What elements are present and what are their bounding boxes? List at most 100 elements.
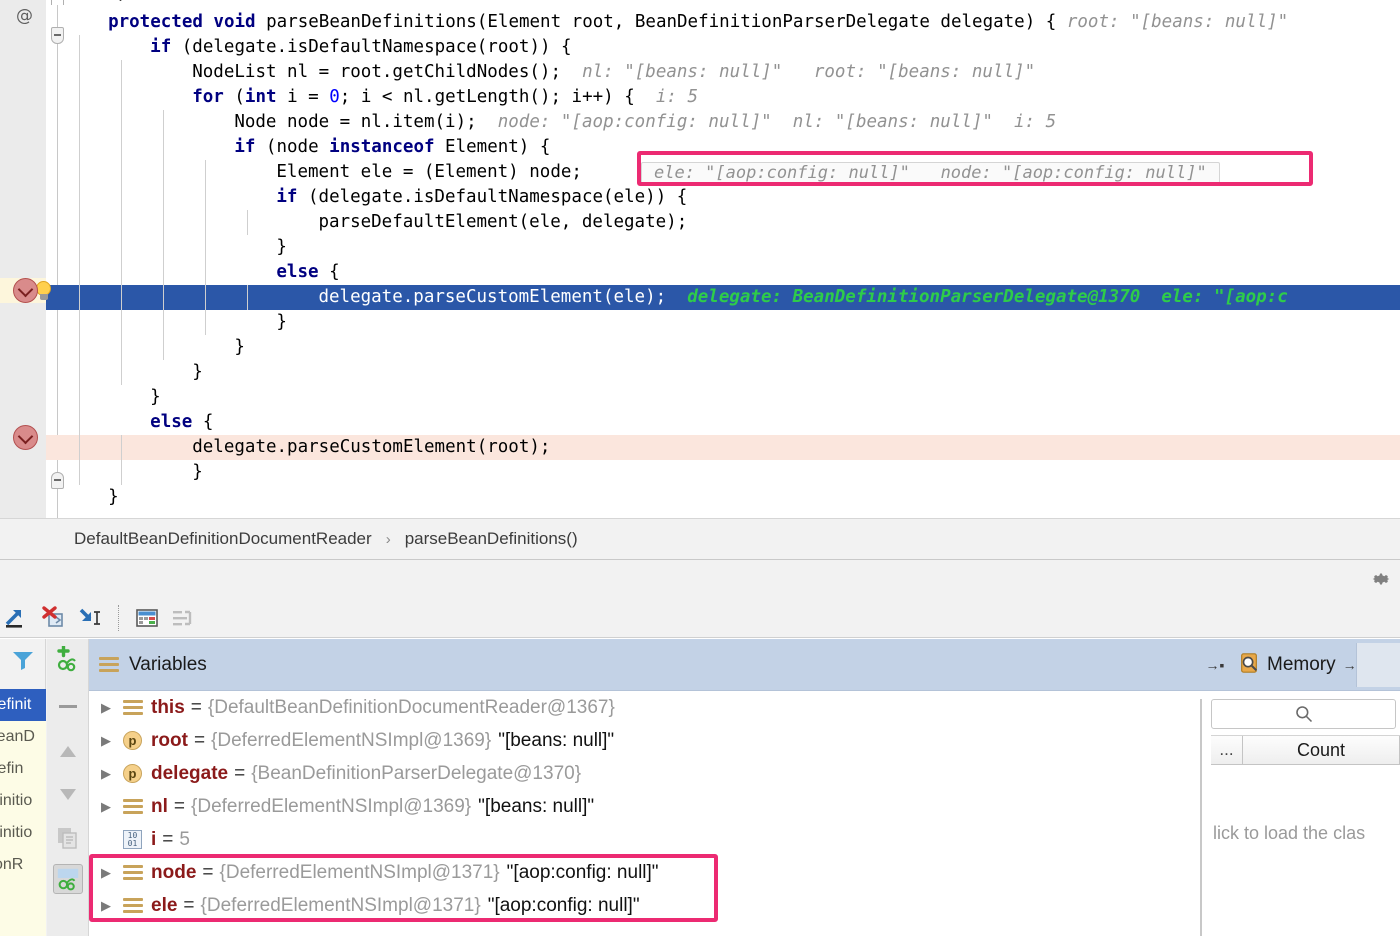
code-line[interactable]: if (node instanceof Element) { (46, 135, 1400, 160)
indent-guide (79, 260, 80, 285)
code-line-text: } (108, 485, 119, 510)
expand-arrow-icon[interactable]: ▶ (101, 733, 123, 749)
frames-list[interactable]: DefinitBeanDDefinefinitioefinitiotionR (0, 689, 46, 936)
frame-item[interactable]: efinitio (0, 785, 46, 817)
code-line[interactable]: parseDefaultElement(ele, delegate); (46, 210, 1400, 235)
memory-tabbar[interactable]: →▪ Memory →▪ (1200, 639, 1400, 691)
indent-guide (79, 135, 80, 160)
code-line-partial[interactable]: */ (46, 0, 1400, 7)
code-line[interactable]: if (delegate.isDefaultNamespace(root)) { (46, 35, 1400, 60)
frame-item[interactable]: BeanD (0, 721, 46, 753)
code-line[interactable]: } (46, 335, 1400, 360)
move-up-icon[interactable] (53, 737, 83, 767)
watches-toolbar[interactable] (47, 639, 89, 936)
debugger-toolbar[interactable] (0, 598, 1400, 638)
move-down-icon[interactable] (53, 779, 83, 809)
indent-guide (79, 35, 80, 60)
variables-list[interactable]: ▶this={DefaultBeanDefinitionDocumentRead… (89, 691, 1200, 922)
gear-icon[interactable] (1370, 568, 1392, 590)
jump-to-source-icon[interactable] (72, 602, 108, 634)
code-line[interactable]: } (46, 360, 1400, 385)
debug-panel-header (0, 560, 1400, 598)
memory-tab-label: Memory (1267, 654, 1336, 676)
code-line[interactable]: Node node = nl.item(i); node: "[aop:conf… (46, 110, 1400, 135)
memory-column-class[interactable]: ... (1211, 736, 1243, 764)
breadcrumb-class[interactable]: DefaultBeanDefinitionDocumentReader (74, 529, 372, 549)
variable-type: {DeferredElementNSImpl@1369} (211, 730, 491, 752)
indent-guide (79, 460, 80, 485)
indent-guide (79, 310, 80, 335)
remove-watch-icon[interactable] (53, 691, 83, 721)
memory-tab[interactable]: Memory →▪ (1230, 639, 1370, 691)
panel-divider[interactable] (1201, 699, 1202, 936)
memory-panel[interactable]: →▪ Memory →▪ (1200, 639, 1400, 936)
code-line[interactable]: NodeList nl = root.getChildNodes(); nl: … (46, 60, 1400, 85)
breakpoint-icon-2[interactable] (13, 425, 38, 450)
code-line-text: for (int i = 0; i < nl.getLength(); i++)… (192, 85, 698, 110)
frame-item[interactable]: efinitio (0, 817, 46, 849)
variables-tab[interactable]: Variables (89, 639, 1200, 691)
code-line[interactable]: delegate.parseCustomElement(ele); delega… (46, 285, 1400, 310)
indent-guide (163, 135, 164, 160)
indent-guide (205, 235, 206, 260)
annotation-at-icon: @ (16, 6, 33, 26)
filter-icon[interactable] (11, 649, 35, 676)
code-line[interactable]: else { (46, 410, 1400, 435)
code-line[interactable]: if (delegate.isDefaultNamespace(ele)) { (46, 185, 1400, 210)
evaluate-expression-icon[interactable] (0, 602, 36, 634)
add-watch-icon[interactable] (53, 645, 83, 675)
variable-row[interactable]: ▶node={DeferredElementNSImpl@1371}"[aop:… (89, 856, 1200, 889)
mute-breakpoints-icon[interactable] (36, 602, 72, 634)
indent-guide (163, 110, 164, 135)
frame-item[interactable]: tionR (0, 849, 46, 881)
code-line-text: } (192, 460, 203, 485)
code-lines[interactable]: */ protected void parseBeanDefinitions(El… (46, 0, 1400, 518)
breadcrumb[interactable]: DefaultBeanDefinitionDocumentReader › pa… (0, 518, 1400, 560)
variables-panel[interactable]: Variables ▶this={DefaultBeanDefinitionDo… (89, 639, 1200, 936)
code-line[interactable]: } (46, 485, 1400, 510)
indent-guide (79, 60, 80, 85)
frame-item[interactable]: Defin (0, 753, 46, 785)
frame-item[interactable]: Definit (0, 689, 46, 721)
show-values-inline-icon[interactable] (129, 602, 165, 634)
watches-toggle-icon[interactable] (53, 864, 83, 894)
code-line[interactable]: for (int i = 0; i < nl.getLength(); i++)… (46, 85, 1400, 110)
code-line-text: else { (150, 410, 213, 435)
code-line[interactable]: Element ele = (Element) node;ele: "[aop:… (46, 160, 1400, 185)
memory-search-input[interactable] (1211, 699, 1396, 729)
expand-arrow-icon[interactable]: ▶ (101, 865, 123, 881)
code-line[interactable]: delegate.parseCustomElement(root); (46, 435, 1400, 460)
indent-guide (163, 160, 164, 185)
inline-value-hint[interactable]: ele: "[aop:config: null]" node: "[aop:co… (641, 162, 1220, 185)
code-line[interactable]: else { (46, 260, 1400, 285)
memory-column-count[interactable]: Count (1243, 736, 1400, 764)
variable-row[interactable]: 1001i=5 (89, 823, 1200, 856)
breakpoint-icon-current[interactable] (13, 278, 38, 303)
variable-row[interactable]: ▶ele={DeferredElementNSImpl@1371}"[aop:c… (89, 889, 1200, 922)
pin-left-icon[interactable]: →▪ (1200, 639, 1230, 691)
sort-values-icon[interactable] (165, 602, 201, 634)
code-line[interactable]: } (46, 235, 1400, 260)
expand-arrow-icon[interactable]: ▶ (101, 898, 123, 914)
code-line[interactable]: } (46, 385, 1400, 410)
variable-row[interactable]: ▶this={DefaultBeanDefinitionDocumentRead… (89, 691, 1200, 724)
variable-row[interactable]: ▶pdelegate={BeanDefinitionParserDelegate… (89, 757, 1200, 790)
copy-value-icon[interactable] (53, 823, 83, 853)
expand-arrow-icon[interactable]: ▶ (101, 700, 123, 716)
code-line[interactable]: protected void parseBeanDefinitions(Elem… (46, 10, 1400, 35)
memory-table-header[interactable]: ... Count (1211, 735, 1400, 765)
breadcrumb-method[interactable]: parseBeanDefinitions() (405, 529, 578, 549)
code-line[interactable]: } (46, 310, 1400, 335)
frames-rail[interactable]: DefinitBeanDDefinefinitioefinitiotionR (0, 639, 46, 936)
editor-gutter[interactable]: @ (0, 0, 46, 518)
variable-name: delegate (151, 763, 228, 785)
variable-row[interactable]: ▶nl={DeferredElementNSImpl@1369}"[beans:… (89, 790, 1200, 823)
code-line[interactable]: } (46, 460, 1400, 485)
code-line-text: Node node = nl.item(i); node: "[aop:conf… (234, 110, 1056, 135)
code-editor[interactable]: @ */ protected void parseBeanDefinitions(… (0, 0, 1400, 518)
memory-body[interactable]: ... Count lick to load the clas (1200, 699, 1400, 936)
memory-tab-blank[interactable] (1356, 643, 1400, 687)
expand-arrow-icon[interactable]: ▶ (101, 799, 123, 815)
expand-arrow-icon[interactable]: ▶ (101, 766, 123, 782)
variable-row[interactable]: ▶proot={DeferredElementNSImpl@1369}"[bea… (89, 724, 1200, 757)
